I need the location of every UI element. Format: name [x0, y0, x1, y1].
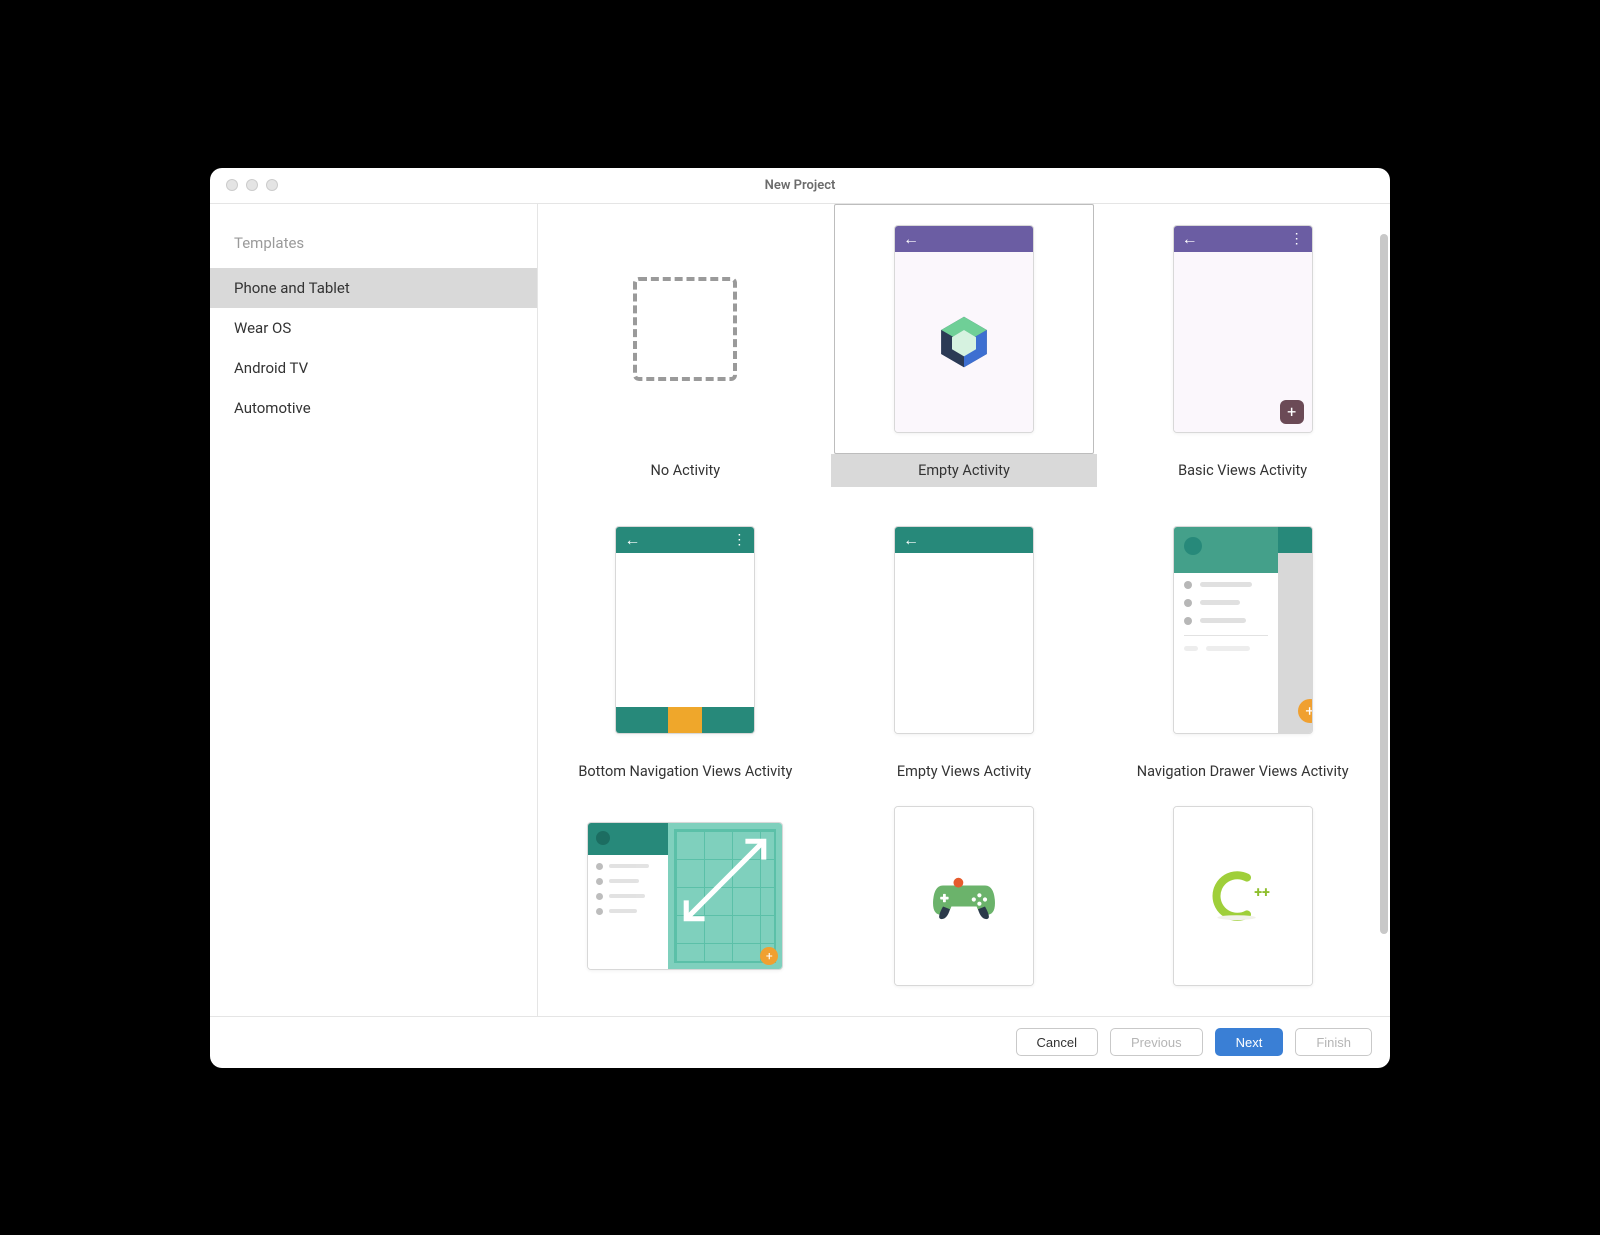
phone-mock-icon: ← ⋮ + — [1173, 225, 1313, 433]
close-window-icon[interactable] — [226, 179, 238, 191]
sidebar-item-label: Automotive — [234, 399, 311, 417]
template-thumb: ← — [834, 505, 1094, 755]
cancel-button[interactable]: Cancel — [1016, 1028, 1098, 1056]
window-controls — [210, 179, 278, 191]
template-label: Empty Views Activity — [831, 755, 1098, 788]
svg-text:++: ++ — [1254, 883, 1270, 900]
template-no-activity[interactable]: No Activity — [552, 204, 819, 487]
sidebar-item-automotive[interactable]: Automotive — [210, 388, 537, 428]
template-empty-activity[interactable]: ← — [831, 204, 1098, 487]
no-activity-icon — [633, 277, 737, 381]
back-arrow-icon: ← — [903, 231, 919, 247]
previous-button[interactable]: Previous — [1110, 1028, 1203, 1056]
back-arrow-icon: ← — [1182, 231, 1198, 247]
template-thumb: + — [555, 806, 815, 986]
drawer-mock-icon: + — [1173, 526, 1313, 734]
template-label: Basic Views Activity — [1109, 454, 1376, 487]
template-empty-views[interactable]: ← Empty Views Activity — [831, 505, 1098, 788]
phone-mock-icon — [894, 806, 1034, 986]
template-thumb: ← ⋮ + — [1113, 204, 1373, 454]
finish-button[interactable]: Finish — [1295, 1028, 1372, 1056]
template-thumb: ← ⋮ — [555, 505, 815, 755]
scrollbar[interactable] — [1380, 234, 1388, 934]
dialog-footer: Cancel Previous Next Finish — [210, 1016, 1390, 1068]
template-thumb: + — [1113, 505, 1373, 755]
window-title: New Project — [210, 178, 1390, 193]
phone-mock-icon: ← — [894, 225, 1034, 433]
template-thumb: ++ — [1113, 806, 1373, 986]
template-label: Navigation Drawer Views Activity — [1109, 755, 1376, 788]
template-label: No Activity — [552, 454, 819, 487]
minimize-window-icon[interactable] — [246, 179, 258, 191]
bottom-nav-icon — [616, 707, 754, 733]
template-thumb: ← — [834, 204, 1094, 454]
overflow-icon: ⋮ — [1290, 231, 1304, 247]
template-thumb — [834, 806, 1094, 986]
sidebar-item-phone-tablet[interactable]: Phone and Tablet — [210, 268, 537, 308]
template-label: Bottom Navigation Views Activity — [552, 755, 819, 788]
zoom-window-icon[interactable] — [266, 179, 278, 191]
template-responsive[interactable]: + — [552, 806, 819, 986]
template-cpp[interactable]: ++ — [1109, 806, 1376, 986]
template-label: Empty Activity — [831, 454, 1098, 487]
fab-icon: + — [1280, 400, 1304, 424]
sidebar-item-android-tv[interactable]: Android TV — [210, 348, 537, 388]
dialog-body: Templates Phone and Tablet Wear OS Andro… — [210, 204, 1390, 1016]
overflow-icon: ⋮ — [732, 532, 746, 548]
sidebar-item-label: Android TV — [234, 359, 308, 377]
template-game[interactable] — [831, 806, 1098, 986]
template-nav-drawer[interactable]: + Navigation Drawer Views Activity — [1109, 505, 1376, 788]
phone-mock-icon: ++ — [1173, 806, 1313, 986]
sidebar-item-wear-os[interactable]: Wear OS — [210, 308, 537, 348]
resize-arrow-icon — [674, 829, 776, 931]
template-bottom-nav[interactable]: ← ⋮ Bottom Navigation Views Activity — [552, 505, 819, 788]
sidebar-item-label: Phone and Tablet — [234, 279, 350, 297]
template-thumb — [555, 204, 815, 454]
new-project-window: New Project Templates Phone and Tablet W… — [210, 168, 1390, 1068]
gamepad-icon — [929, 871, 999, 921]
template-gallery: No Activity ← — [538, 204, 1390, 1016]
template-basic-views[interactable]: ← ⋮ + Basic Views Activity — [1109, 204, 1376, 487]
back-arrow-icon: ← — [903, 532, 919, 548]
phone-mock-icon: ← ⋮ — [615, 526, 755, 734]
responsive-mock-icon: + — [587, 822, 783, 970]
cpp-icon: ++ — [1203, 866, 1283, 926]
titlebar: New Project — [210, 168, 1390, 204]
phone-mock-icon: ← — [894, 526, 1034, 734]
next-button[interactable]: Next — [1215, 1028, 1284, 1056]
sidebar-item-label: Wear OS — [234, 319, 291, 337]
compose-logo-icon — [934, 312, 994, 372]
sidebar-heading: Templates — [210, 226, 537, 268]
back-arrow-icon: ← — [624, 532, 640, 548]
sidebar: Templates Phone and Tablet Wear OS Andro… — [210, 204, 538, 1016]
